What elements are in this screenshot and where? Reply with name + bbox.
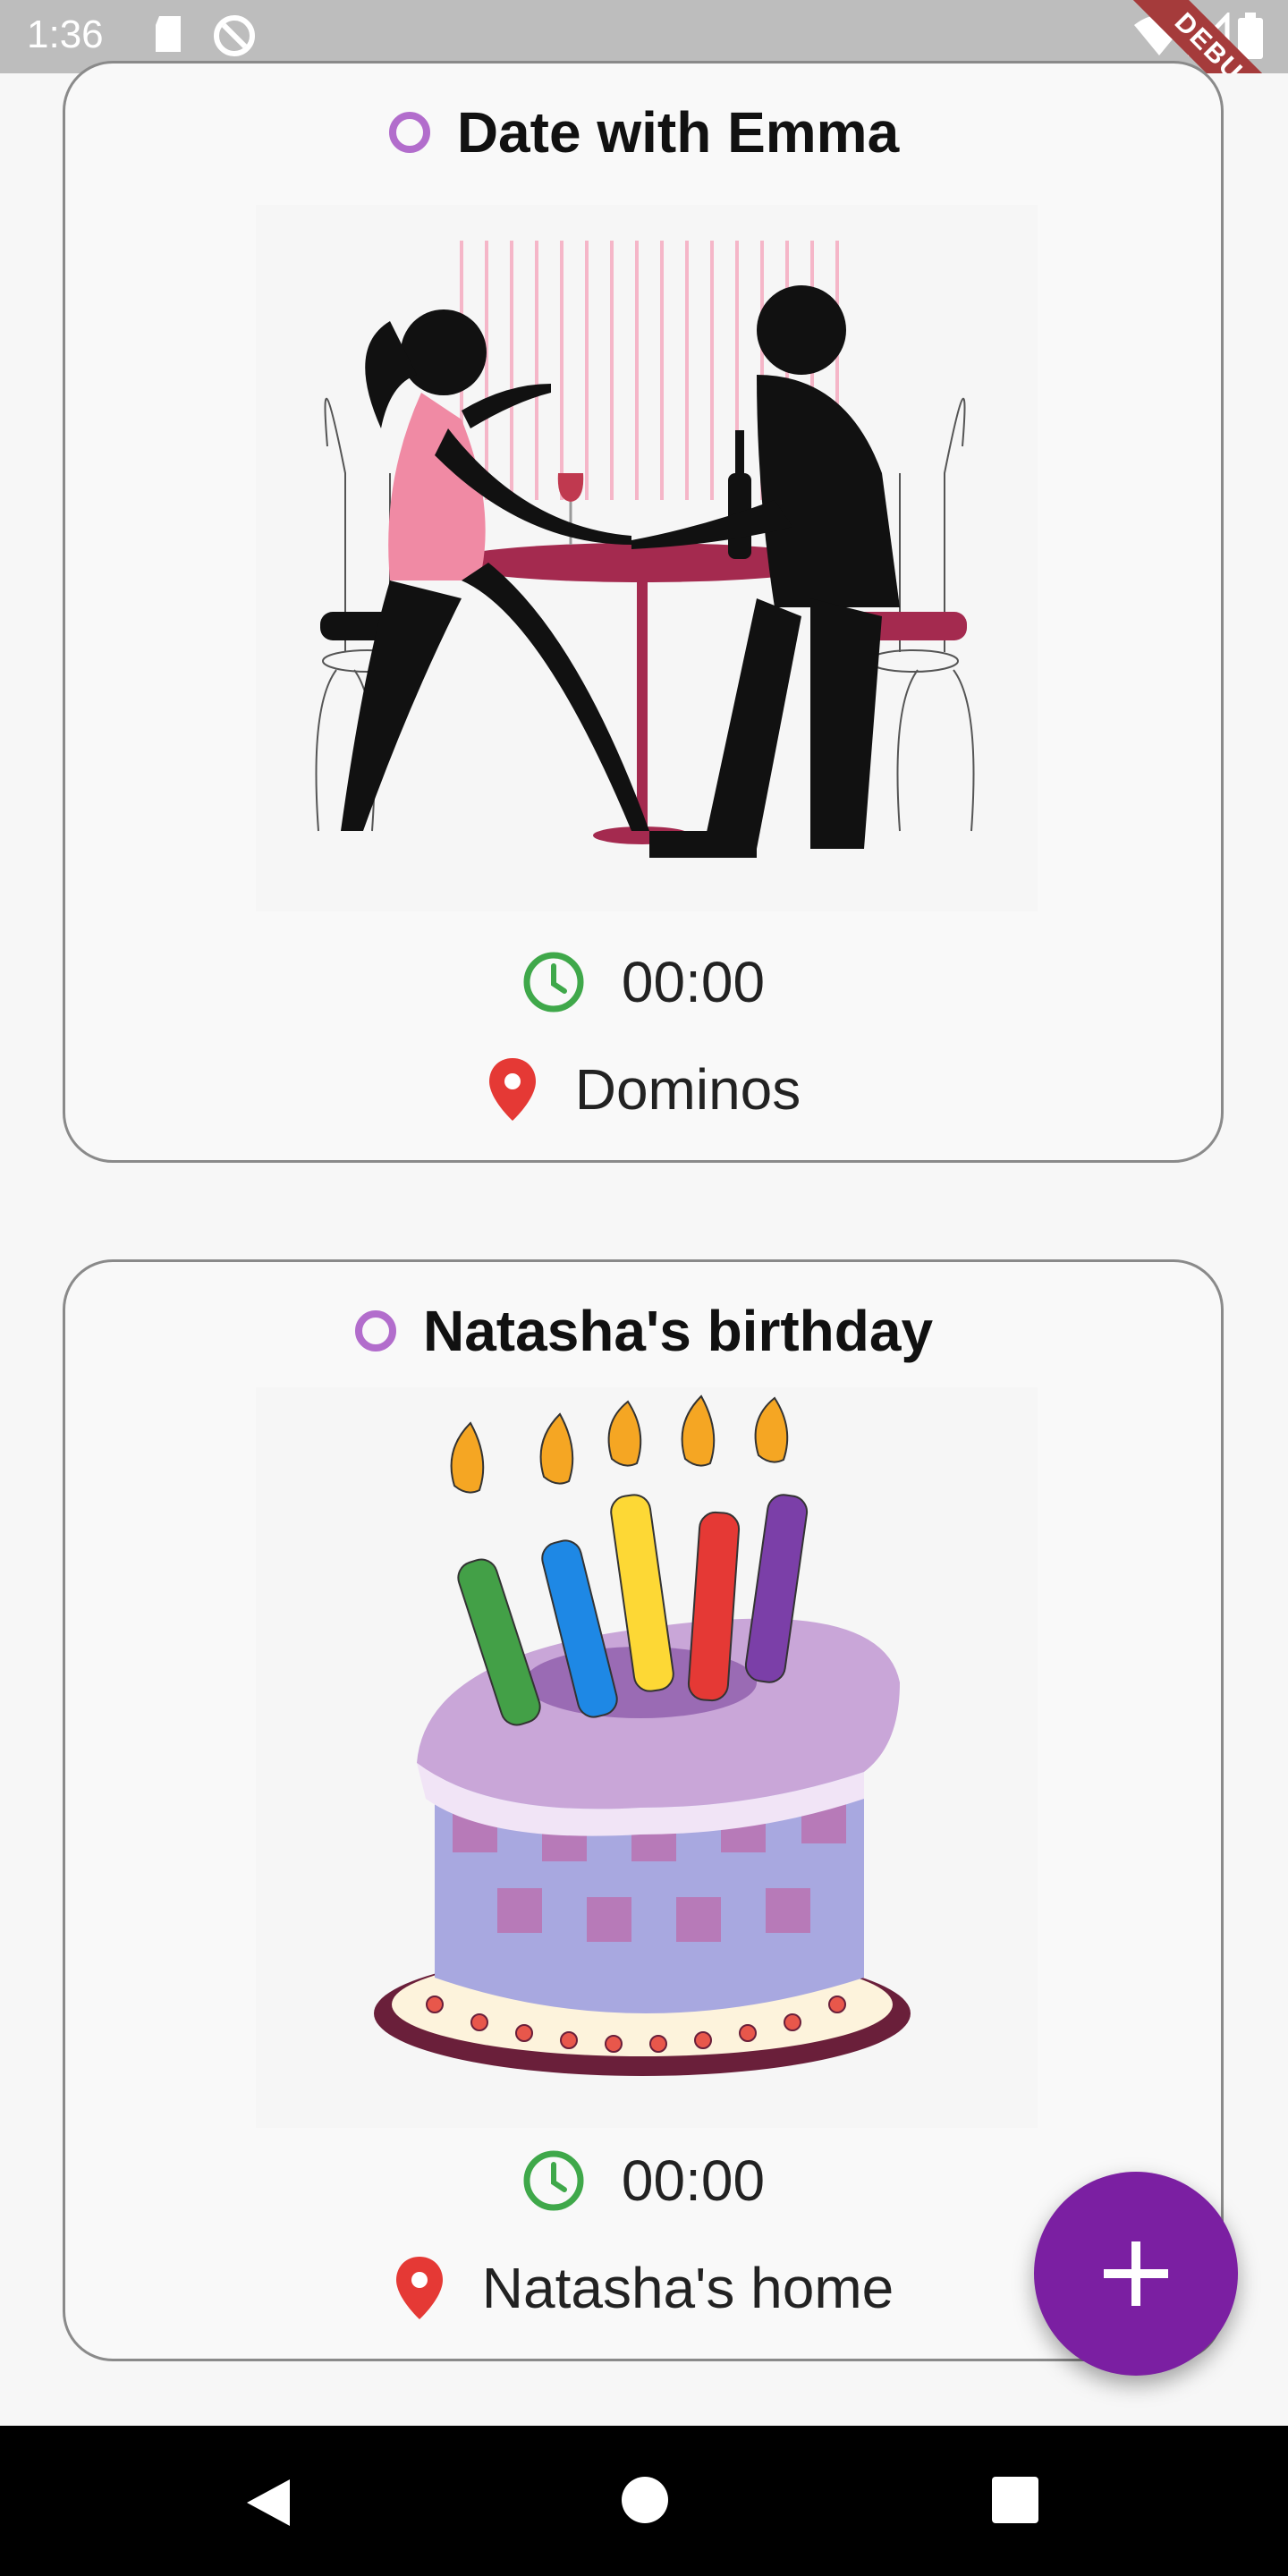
event-title-row: Date with Emma (65, 99, 1221, 165)
status-ring-icon[interactable] (353, 1309, 398, 1353)
location-pin-icon (395, 2257, 443, 2319)
event-time-row: 00:00 (65, 2148, 1221, 2214)
location-pin-icon (488, 1058, 536, 1121)
status-ring-icon[interactable] (387, 110, 432, 155)
home-icon[interactable] (621, 2476, 669, 2524)
event-time-row: 00:00 (65, 949, 1221, 1015)
status-time: 1:36 (27, 13, 104, 56)
plus-icon (1104, 2241, 1168, 2306)
event-card[interactable]: Date with Emma 00:00 Dominos (63, 61, 1224, 1163)
event-time: 00:00 (621, 2148, 766, 2213)
recents-icon[interactable] (991, 2476, 1039, 2524)
event-location: Natasha's home (481, 2256, 894, 2320)
back-icon[interactable] (243, 2476, 293, 2529)
clock-icon (523, 2150, 584, 2211)
add-event-button[interactable] (1034, 2172, 1238, 2376)
sd-card-icon (156, 16, 181, 52)
sync-icon (214, 15, 255, 56)
event-title: Natasha's birthday (422, 1299, 934, 1363)
clock-icon (523, 952, 584, 1013)
event-title: Date with Emma (456, 100, 900, 165)
event-location-row: Dominos (65, 1056, 1221, 1123)
event-title-row: Natasha's birthday (65, 1298, 1221, 1364)
event-location: Dominos (574, 1057, 801, 1122)
event-time: 00:00 (621, 950, 766, 1014)
navigation-bar (0, 2426, 1288, 2576)
couple-dinner-image (256, 205, 1038, 911)
event-card[interactable]: Natasha's birthday 00:00 Natasha's home (63, 1259, 1224, 2361)
birthday-cake-image (256, 1387, 1038, 2128)
